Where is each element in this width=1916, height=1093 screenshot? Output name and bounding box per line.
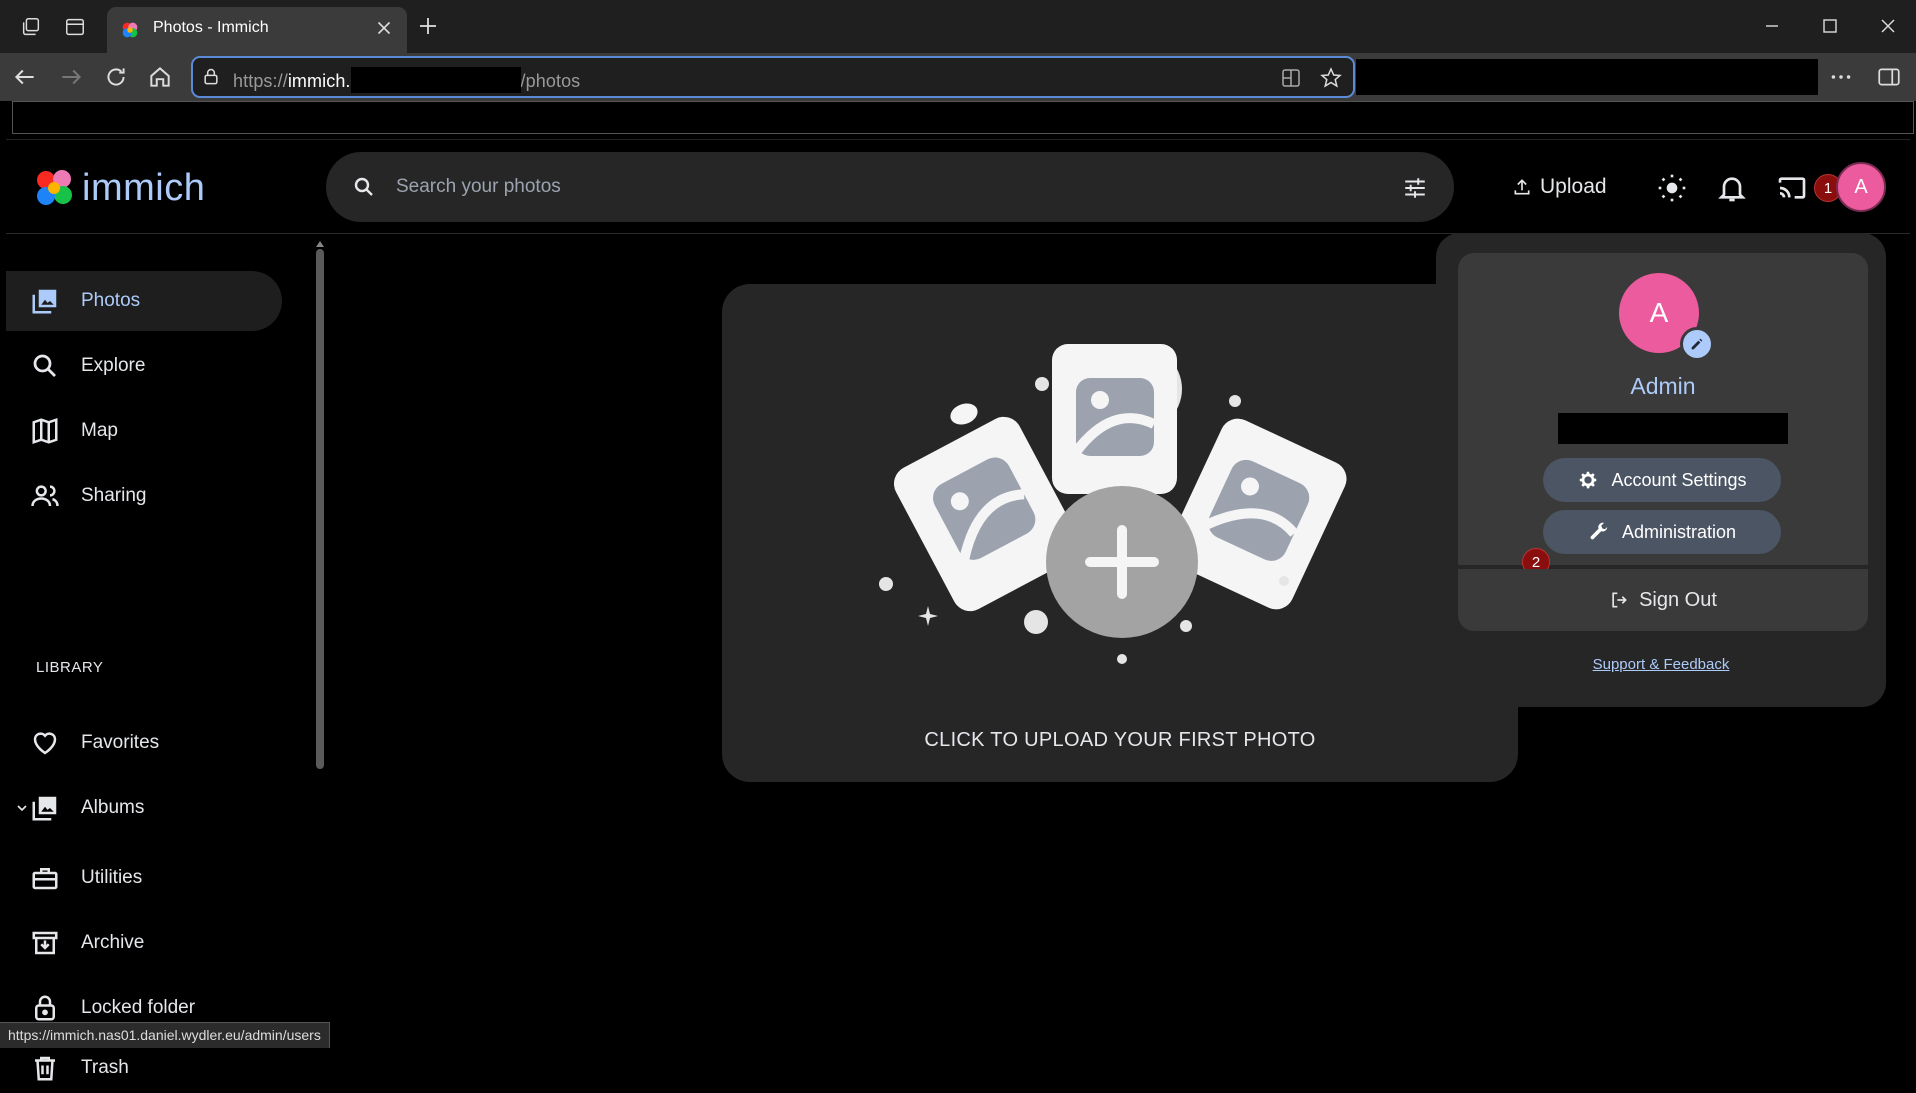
favorite-star-icon[interactable] bbox=[1319, 66, 1343, 90]
tab-title: Photos - Immich bbox=[153, 19, 269, 36]
account-settings-button[interactable]: Account Settings bbox=[1543, 458, 1781, 502]
sidebar-item-sharing[interactable]: Sharing bbox=[6, 466, 282, 526]
sidebar-item-label: Archive bbox=[81, 932, 145, 953]
sidebar-item-label: Sharing bbox=[81, 485, 147, 506]
address-bar[interactable]: https://immich./photos bbox=[191, 56, 1355, 98]
edit-avatar-button[interactable] bbox=[1680, 327, 1714, 361]
user-avatar-button[interactable]: A bbox=[1836, 162, 1886, 212]
sidebar-item-label: Trash bbox=[81, 1057, 129, 1078]
administration-label: Administration bbox=[1621, 521, 1737, 542]
sidebar-item-label: Favorites bbox=[81, 732, 160, 753]
sidebar-item-map[interactable]: Map bbox=[6, 401, 282, 461]
refresh-icon[interactable] bbox=[103, 64, 129, 90]
sidebar-item-label: Locked folder bbox=[81, 997, 196, 1018]
immich-logo-icon bbox=[37, 170, 72, 205]
library-heading: LIBRARY bbox=[36, 659, 104, 676]
vertical-tabs-icon[interactable] bbox=[62, 14, 88, 40]
browser-tabbar: Photos - Immich bbox=[0, 0, 1916, 53]
logout-icon bbox=[1612, 592, 1627, 608]
sidebar-scroll-thumb[interactable] bbox=[316, 249, 324, 769]
more-menu-icon[interactable] bbox=[1828, 64, 1854, 90]
search-icon[interactable] bbox=[352, 175, 376, 199]
split-screen-icon[interactable] bbox=[1279, 66, 1303, 90]
upload-icon bbox=[1514, 179, 1530, 195]
sharing-people-icon bbox=[31, 485, 59, 507]
sidebar: Photos Explore Map Sharing LIBRARY Favor… bbox=[6, 235, 310, 1081]
logo-text: immich bbox=[82, 166, 206, 209]
trash-icon bbox=[35, 1056, 55, 1081]
maximize-icon[interactable] bbox=[1818, 14, 1842, 38]
explore-search-icon bbox=[33, 354, 56, 377]
app-header: immich Upload 1 A bbox=[6, 140, 1910, 234]
url-text: https://immich./photos bbox=[233, 67, 580, 93]
sidebar-item-favorites[interactable]: Favorites bbox=[6, 713, 282, 773]
user-name: Admin bbox=[1630, 373, 1696, 399]
immich-logo[interactable]: immich bbox=[32, 164, 205, 212]
redacted-email bbox=[1558, 413, 1788, 444]
new-tab-icon[interactable] bbox=[416, 14, 440, 38]
albums-icon bbox=[32, 796, 57, 821]
sidebar-item-albums[interactable]: Albums bbox=[6, 778, 282, 838]
sidebar-item-photos[interactable]: Photos bbox=[6, 271, 282, 331]
notifications-bell-icon[interactable] bbox=[1716, 172, 1748, 204]
upload-first-photo-card[interactable]: CLICK TO UPLOAD YOUR FIRST PHOTO bbox=[722, 284, 1518, 782]
sidebar-item-label: Explore bbox=[81, 355, 146, 376]
minimize-icon[interactable] bbox=[1760, 14, 1784, 38]
back-icon[interactable] bbox=[12, 64, 38, 90]
gear-icon bbox=[1580, 471, 1597, 489]
immich-favicon-icon bbox=[122, 22, 138, 38]
upload-illustration bbox=[879, 344, 1347, 664]
upload-caption: CLICK TO UPLOAD YOUR FIRST PHOTO bbox=[924, 729, 1316, 751]
sign-out-button[interactable]: Sign Out bbox=[1458, 569, 1868, 631]
tab-photos-immich[interactable]: Photos - Immich bbox=[107, 7, 407, 53]
sidebar-item-label: Photos bbox=[81, 290, 141, 311]
sidebar-item-trash[interactable]: Trash bbox=[6, 1043, 282, 1093]
search-input[interactable] bbox=[396, 152, 1356, 222]
immich-app: immich Upload 1 A Photos Explore Map bbox=[6, 139, 1910, 1081]
wrench-icon bbox=[1590, 522, 1608, 540]
sidebar-item-utilities[interactable]: Utilities bbox=[6, 848, 282, 908]
sidebar-item-label: Albums bbox=[81, 797, 145, 818]
search-bar[interactable] bbox=[326, 152, 1454, 222]
pencil-icon bbox=[1691, 338, 1703, 350]
sidebar-item-label: Map bbox=[81, 420, 118, 441]
cast-icon[interactable] bbox=[1776, 172, 1808, 204]
account-info-panel: A Admin Account Settings Administration bbox=[1458, 253, 1868, 565]
toolbox-icon bbox=[32, 868, 58, 890]
sidebar-item-archive[interactable]: Archive bbox=[6, 913, 282, 973]
upload-label: Upload bbox=[1540, 175, 1607, 198]
sidebar-item-explore[interactable]: Explore bbox=[6, 336, 282, 396]
chevron-down-icon[interactable] bbox=[14, 800, 30, 816]
redacted-extensions bbox=[1356, 59, 1818, 95]
administration-button[interactable]: Administration bbox=[1543, 510, 1781, 554]
home-icon[interactable] bbox=[147, 64, 173, 90]
upload-button[interactable]: Upload bbox=[1512, 168, 1607, 206]
account-menu-popover: A Admin Account Settings Administration … bbox=[1436, 233, 1886, 707]
sidebar-item-label: Utilities bbox=[81, 867, 143, 888]
link-status-bar: https://immich.nas01.daniel.wydler.eu/ad… bbox=[0, 1022, 330, 1048]
map-icon bbox=[32, 418, 58, 444]
close-tab-icon[interactable] bbox=[373, 17, 395, 39]
site-info-icon[interactable] bbox=[201, 67, 221, 87]
photos-icon bbox=[32, 289, 57, 314]
browser-toolbar: https://immich./photos bbox=[0, 53, 1916, 101]
theme-toggle-icon[interactable] bbox=[1656, 172, 1688, 204]
search-filter-icon[interactable] bbox=[1402, 175, 1428, 201]
forward-icon[interactable] bbox=[58, 64, 84, 90]
archive-icon bbox=[32, 931, 58, 955]
favorites-bar bbox=[12, 101, 1914, 134]
support-feedback-link[interactable]: Support & Feedback bbox=[1436, 656, 1886, 673]
sign-out-label: Sign Out bbox=[1639, 588, 1717, 611]
account-settings-label: Account Settings bbox=[1611, 469, 1747, 490]
close-window-icon[interactable] bbox=[1876, 14, 1900, 38]
sidebar-toggle-icon[interactable] bbox=[1876, 64, 1902, 90]
scroll-up-icon[interactable] bbox=[314, 239, 326, 249]
workspaces-icon[interactable] bbox=[18, 14, 44, 40]
photo-card-center-icon bbox=[1052, 344, 1177, 494]
lock-icon bbox=[35, 995, 55, 1021]
heart-icon bbox=[33, 732, 57, 755]
